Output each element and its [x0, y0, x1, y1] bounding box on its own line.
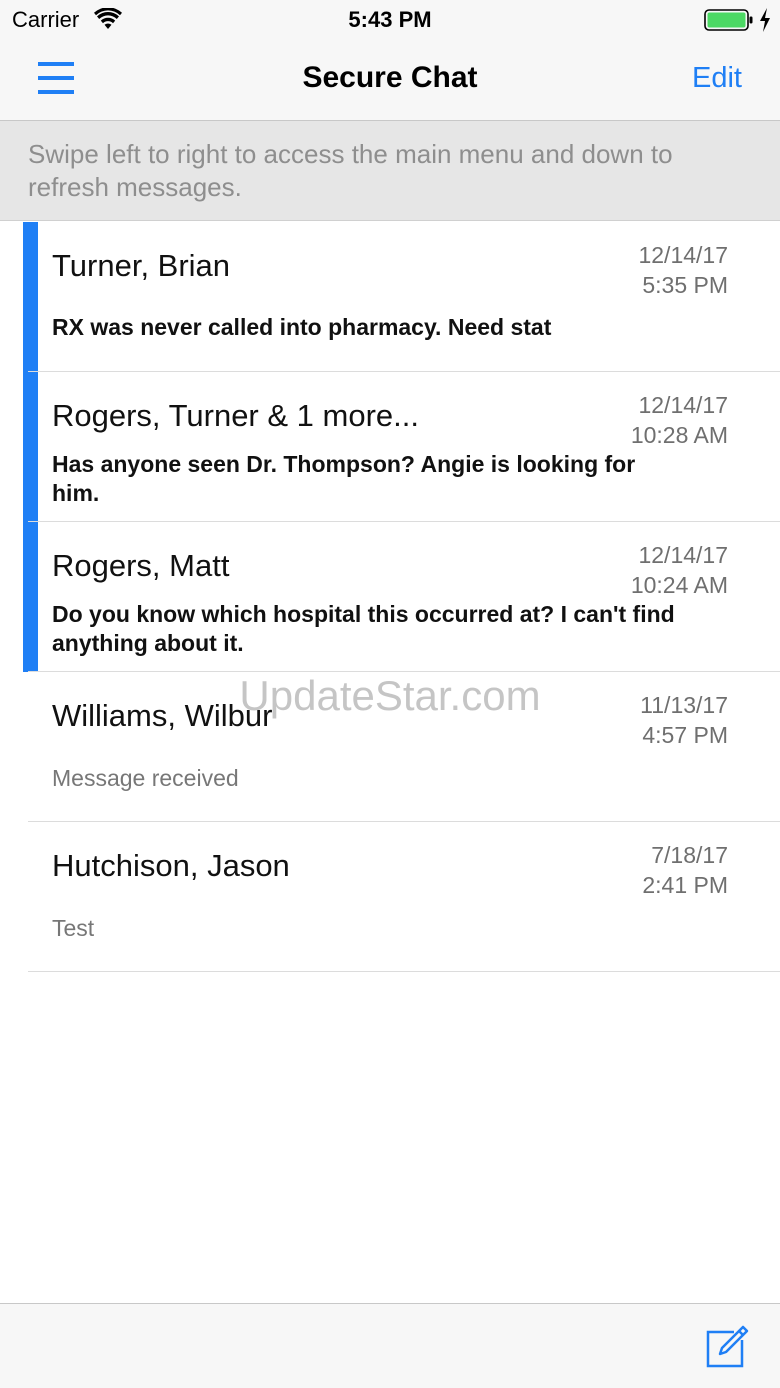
page-title: Secure Chat [302, 61, 478, 94]
chat-name: Hutchison, Jason [52, 848, 290, 883]
chat-timestamp: 11/13/17 4:57 PM [640, 690, 728, 750]
navigation-bar: Secure Chat Edit [0, 40, 780, 121]
battery-icon [704, 9, 753, 31]
chat-date: 12/14/17 [638, 542, 728, 568]
chat-time: 2:41 PM [642, 872, 728, 898]
compose-icon[interactable] [704, 1324, 750, 1370]
chat-row[interactable]: Rogers, Turner & 1 more... 12/14/17 10:2… [0, 372, 780, 522]
chat-timestamp: 7/18/17 2:41 PM [642, 840, 728, 900]
chat-name: Williams, Wilbur [52, 698, 273, 733]
chat-row[interactable]: Rogers, Matt 12/14/17 10:24 AM Do you kn… [0, 522, 780, 672]
chat-preview: Do you know which hospital this occurred… [52, 601, 675, 656]
chat-time: 10:24 AM [630, 572, 728, 598]
chat-preview: Message received [52, 765, 239, 791]
chat-timestamp: 12/14/17 10:24 AM [631, 540, 728, 600]
unread-indicator [23, 522, 38, 672]
chat-date: 12/14/17 [638, 242, 728, 268]
chat-preview: Has anyone seen Dr. Thompson? Angie is l… [52, 451, 636, 506]
chat-list: Turner, Brian 12/14/17 5:35 PM RX was ne… [0, 222, 780, 972]
chat-date: 12/14/17 [638, 392, 728, 418]
charging-bolt-icon [760, 8, 770, 32]
chat-name: Turner, Brian [52, 248, 231, 283]
chat-row[interactable]: Turner, Brian 12/14/17 5:35 PM RX was ne… [0, 222, 780, 372]
bottom-toolbar [0, 1303, 780, 1388]
chat-name: Rogers, Matt [52, 548, 230, 583]
edit-button[interactable]: Edit [692, 62, 742, 95]
status-time: 5:43 PM [348, 7, 432, 32]
chat-name: Rogers, Turner & 1 more... [52, 398, 419, 433]
chat-preview: Test [52, 915, 95, 941]
chat-time: 5:35 PM [642, 272, 728, 298]
chat-row[interactable]: Hutchison, Jason 7/18/17 2:41 PM Test [0, 822, 780, 972]
hint-banner: Swipe left to right to access the main m… [0, 121, 780, 221]
chat-time: 10:28 AM [630, 422, 728, 448]
row-divider [28, 971, 780, 972]
chat-row[interactable]: Williams, Wilbur 11/13/17 4:57 PM Messag… [0, 672, 780, 822]
chat-preview: RX was never called into pharmacy. Need … [52, 314, 552, 340]
unread-indicator [23, 372, 38, 522]
chat-timestamp: 12/14/17 5:35 PM [638, 240, 728, 300]
unread-indicator [23, 222, 38, 372]
chat-date: 11/13/17 [640, 692, 728, 718]
status-bar: Carrier 5:43 PM [0, 0, 780, 40]
chat-time: 4:57 PM [642, 722, 728, 748]
chat-timestamp: 12/14/17 10:28 AM [631, 390, 728, 450]
hint-text: Swipe left to right to access the main m… [28, 139, 673, 202]
chat-date: 7/18/17 [651, 842, 728, 868]
